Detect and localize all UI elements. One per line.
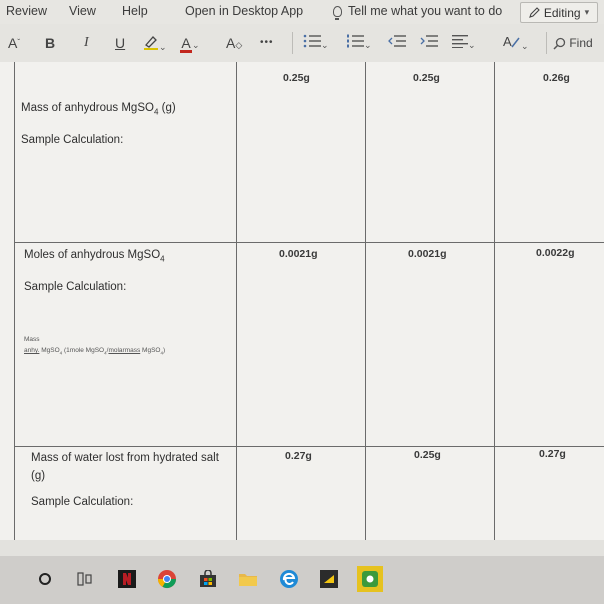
italic-button[interactable]: I xyxy=(84,34,89,52)
table-border xyxy=(14,446,604,447)
menu-view[interactable]: View xyxy=(69,4,96,18)
sample-calculation-label: Sample Calculation: xyxy=(21,134,124,146)
sample-calculation-label: Sample Calculation: xyxy=(24,281,127,293)
align-button[interactable]: ⌄ xyxy=(452,34,476,54)
row-label-moles-anhydrous: Moles of anhydrous MgSO4 xyxy=(24,249,165,264)
find-button[interactable]: Find xyxy=(553,34,593,52)
sticky-notes-icon[interactable] xyxy=(318,568,340,590)
calculation-note-line1: Mass xyxy=(24,336,40,343)
page-gap xyxy=(0,540,604,556)
editing-mode-button[interactable]: Editing ▾ xyxy=(520,2,598,23)
moles-value-3: 0.0022g xyxy=(536,247,575,259)
tell-me-search[interactable]: Tell me what you want to do xyxy=(333,4,503,20)
row-label-mass-anhydrous: Mass of anhydrous MgSO4 (g) xyxy=(21,102,176,117)
row-label-water-lost: Mass of water lost from hydrated salt xyxy=(31,452,219,464)
top-value-3: 0.26g xyxy=(543,72,570,84)
task-view-icon[interactable] xyxy=(74,568,96,590)
increase-indent-button[interactable] xyxy=(420,34,438,52)
table-border xyxy=(236,62,237,540)
styles-icon: A xyxy=(503,34,520,49)
bullets-button[interactable]: ⌄ xyxy=(303,34,329,54)
top-value-2: 0.25g xyxy=(413,72,440,84)
shrink-font-button[interactable]: Aˇ xyxy=(8,34,20,52)
folder-icon[interactable] xyxy=(237,568,259,590)
bullet-list-icon xyxy=(303,34,321,48)
clear-formatting-button[interactable]: A◇ xyxy=(226,34,242,54)
taskbar xyxy=(0,556,604,604)
editing-label: Editing xyxy=(543,5,581,20)
numbering-button[interactable]: ⌄ xyxy=(346,34,372,54)
styles-button[interactable]: A ⌄ xyxy=(503,34,529,55)
pencil-icon xyxy=(529,7,540,18)
water-value-2: 0.25g xyxy=(414,449,441,461)
netflix-icon[interactable] xyxy=(116,568,138,590)
store-icon[interactable] xyxy=(197,568,219,590)
moles-value-2: 0.0021g xyxy=(408,248,447,260)
find-label: Find xyxy=(569,36,593,50)
table-border xyxy=(365,62,366,540)
open-desktop-app[interactable]: Open in Desktop App xyxy=(185,4,303,18)
row-label-water-lost-unit: (g) xyxy=(31,470,46,482)
toolbar-divider xyxy=(546,32,547,54)
search-icon xyxy=(553,38,566,50)
menu-bar: Review View Help Open in Desktop App Tel… xyxy=(0,0,604,24)
more-options-icon[interactable]: ••• xyxy=(260,34,274,52)
highlighter-icon xyxy=(144,36,158,50)
table-border xyxy=(14,62,15,540)
menu-review[interactable]: Review xyxy=(6,4,47,18)
water-value-1: 0.27g xyxy=(285,450,312,462)
top-value-1: 0.25g xyxy=(283,72,310,84)
table-border xyxy=(494,62,495,540)
menu-help[interactable]: Help xyxy=(122,4,148,18)
green-app-icon xyxy=(362,571,378,587)
bold-button[interactable]: B xyxy=(45,34,55,52)
underline-button[interactable]: U xyxy=(115,34,125,52)
align-left-icon xyxy=(452,35,468,48)
tell-me-label: Tell me what you want to do xyxy=(348,4,503,18)
chevron-down-icon: ▾ xyxy=(584,7,590,17)
moles-value-1: 0.0021g xyxy=(279,248,318,260)
font-color-button[interactable]: A ⌄ xyxy=(180,34,200,54)
document-page[interactable]: 0.25g 0.25g 0.26g Mass of anhydrous MgSO… xyxy=(0,62,604,540)
cortana-search-icon[interactable] xyxy=(34,568,56,590)
table-border xyxy=(14,242,604,243)
edge-icon[interactable] xyxy=(278,568,300,590)
svg-text:A: A xyxy=(503,34,512,49)
decrease-indent-button[interactable] xyxy=(388,34,406,52)
highlight-button[interactable]: ⌄ xyxy=(143,34,167,56)
numbered-list-icon xyxy=(347,34,364,48)
sample-calculation-label: Sample Calculation: xyxy=(31,496,134,508)
active-app-highlight[interactable] xyxy=(357,566,383,592)
lightbulb-icon xyxy=(333,5,342,20)
calculation-note-line2: anhy. MgSO4 (1mole MgSO4/molarmass MgSO4… xyxy=(24,347,166,356)
water-value-3: 0.27g xyxy=(539,448,566,460)
chrome-icon[interactable] xyxy=(156,568,178,590)
formatting-toolbar: Aˇ B I U ⌄ A ⌄ A◇ ••• ⌄ ⌄ ⌄ A ⌄ Find xyxy=(0,24,604,63)
toolbar-divider xyxy=(292,32,293,54)
indent-icon xyxy=(420,35,438,47)
outdent-icon xyxy=(388,35,406,47)
font-color-swatch xyxy=(180,50,192,53)
